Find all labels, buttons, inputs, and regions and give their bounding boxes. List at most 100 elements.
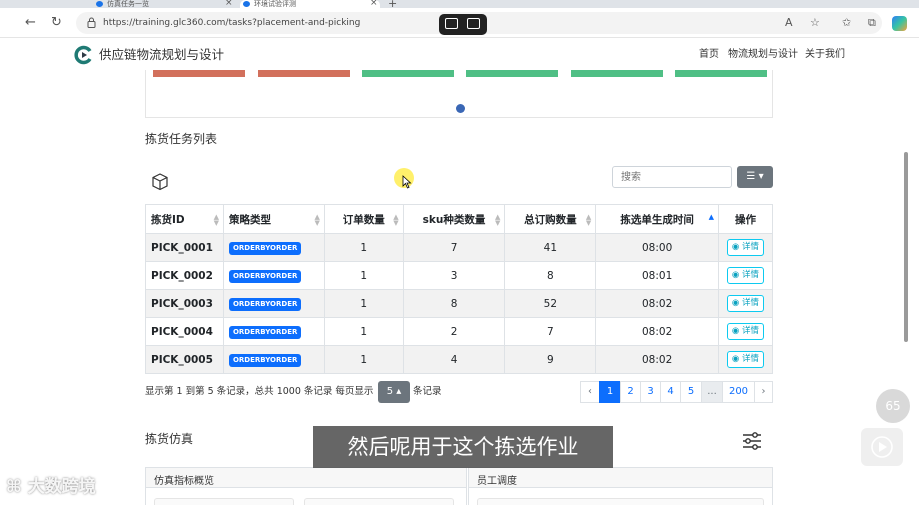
sort-asc-icon: ▲ bbox=[708, 213, 714, 221]
strategy-badge: ORDERBYORDER bbox=[228, 353, 302, 367]
total-cell: 9 bbox=[504, 345, 597, 374]
brand-title[interactable]: 供应链物流规划与设计 bbox=[99, 47, 224, 63]
pagination-next[interactable]: › bbox=[754, 381, 773, 403]
pagination-page-last[interactable]: 200 bbox=[722, 381, 755, 403]
table-row: PICK_0001 ORDERBYORDER 1 7 41 08:00 ◉ 详情 bbox=[145, 233, 774, 262]
metric-card bbox=[154, 498, 294, 505]
pick-id-cell: PICK_0001 bbox=[145, 233, 224, 262]
caret-down-icon: ▾ bbox=[758, 171, 764, 182]
table-row: PICK_0004 ORDERBYORDER 1 2 7 08:02 ◉ 详情 bbox=[145, 317, 774, 346]
sku-cell: 8 bbox=[402, 289, 506, 318]
panel-header: 仿真指标概览 bbox=[146, 468, 466, 488]
video-controls-overlay bbox=[439, 14, 487, 35]
total-cell: 7 bbox=[504, 317, 597, 346]
pagination-prev[interactable]: ‹ bbox=[580, 381, 600, 403]
panel-header: 员工调度 bbox=[469, 468, 772, 488]
pagination-page-4[interactable]: 4 bbox=[660, 381, 681, 403]
sort-icon: ▲ ▼ bbox=[393, 213, 399, 227]
total-cell: 52 bbox=[504, 289, 597, 318]
pagination-page-5[interactable]: 5 bbox=[680, 381, 702, 403]
favorite-star-icon[interactable]: ☆ bbox=[810, 17, 820, 29]
strategy-cell: ORDERBYORDER bbox=[222, 345, 325, 374]
detail-button[interactable]: ◉ 详情 bbox=[726, 351, 765, 368]
browser-tab-2[interactable]: 环境试验评测 bbox=[240, 0, 380, 8]
time-cell: 08:00 bbox=[595, 233, 719, 262]
eye-icon: ◉ bbox=[731, 242, 740, 252]
table-header-row: 拣货ID ▲ ▼ 策略类型 ▲ ▼ 订单数量 ▲ ▼ sku种类数量 ▲ ▼ 总订购数量 ▲ ▼ 拣… bbox=[145, 204, 774, 234]
bar-chart-panel bbox=[145, 70, 773, 118]
volume-indicator[interactable]: 65 bbox=[876, 389, 910, 423]
close-tab-icon[interactable]: × bbox=[225, 0, 233, 8]
orders-cell: 1 bbox=[323, 345, 404, 374]
simulation-metrics-panel: 仿真指标概览 bbox=[145, 467, 467, 505]
page-size-select[interactable]: 5 ▴ bbox=[378, 381, 410, 403]
read-aloud-icon[interactable]: A bbox=[785, 17, 793, 29]
picture-in-picture-icon[interactable] bbox=[445, 18, 458, 29]
url-text[interactable]: https://training.glc360.com/tasks?placem… bbox=[103, 17, 360, 29]
action-cell: ◉ 详情 bbox=[717, 289, 774, 318]
table-row: PICK_0003 ORDERBYORDER 1 8 52 08:02 ◉ 详情 bbox=[145, 289, 774, 318]
brand-logo-icon[interactable] bbox=[74, 45, 94, 65]
pagination-page-1[interactable]: 1 bbox=[599, 381, 621, 403]
sku-cell: 4 bbox=[402, 345, 506, 374]
pick-id-cell: PICK_0003 bbox=[145, 289, 224, 318]
detail-button[interactable]: ◉ 详情 bbox=[726, 323, 765, 340]
column-header[interactable]: 策略类型 ▲ ▼ bbox=[222, 204, 325, 234]
bar-segment-green bbox=[675, 70, 767, 77]
detail-button[interactable]: ◉ 详情 bbox=[726, 239, 765, 256]
pagination-ellipsis: ... bbox=[701, 381, 723, 403]
lock-icon bbox=[87, 17, 96, 28]
favorites-icon[interactable]: ✩ bbox=[842, 17, 851, 29]
eye-icon: ◉ bbox=[731, 298, 740, 308]
time-cell: 08:01 bbox=[595, 261, 719, 290]
copilot-icon[interactable] bbox=[892, 16, 907, 31]
detail-button[interactable]: ◉ 详情 bbox=[726, 267, 765, 284]
column-header[interactable]: 订单数量 ▲ ▼ bbox=[323, 204, 404, 234]
strategy-cell: ORDERBYORDER bbox=[222, 289, 325, 318]
nav-about[interactable]: 关于我们 bbox=[805, 48, 845, 61]
nav-logistics[interactable]: 物流规划与设计 bbox=[728, 48, 798, 61]
refresh-icon[interactable]: ↻ bbox=[51, 15, 62, 31]
close-tab-icon[interactable]: × bbox=[370, 0, 378, 8]
strategy-cell: ORDERBYORDER bbox=[222, 261, 325, 290]
page-scrollbar[interactable] bbox=[903, 70, 909, 505]
sku-cell: 3 bbox=[402, 261, 506, 290]
columns-toggle-button[interactable]: ☰ ▾ bbox=[737, 166, 773, 188]
box-icon bbox=[152, 173, 168, 191]
sku-cell: 7 bbox=[402, 233, 506, 262]
back-icon[interactable]: ← bbox=[25, 15, 36, 31]
nav-home[interactable]: 首页 bbox=[699, 48, 719, 61]
sliders-settings-icon[interactable] bbox=[741, 430, 763, 452]
sort-icon: ▲ ▼ bbox=[213, 213, 219, 227]
scrollbar-thumb[interactable] bbox=[904, 152, 908, 342]
metric-card bbox=[304, 498, 454, 505]
video-effects-icon[interactable] bbox=[467, 18, 480, 29]
column-header[interactable]: 拣货ID ▲ ▼ bbox=[145, 204, 224, 234]
strategy-badge: ORDERBYORDER bbox=[228, 241, 302, 255]
pagination-page-3[interactable]: 3 bbox=[640, 381, 661, 403]
play-button[interactable] bbox=[861, 428, 903, 466]
column-header[interactable]: sku种类数量 ▲ ▼ bbox=[402, 204, 506, 234]
strategy-badge: ORDERBYORDER bbox=[228, 297, 302, 311]
search-input[interactable] bbox=[612, 166, 732, 188]
detail-button[interactable]: ◉ 详情 bbox=[726, 295, 765, 312]
sku-cell: 2 bbox=[402, 317, 506, 346]
bar-segment-green bbox=[362, 70, 454, 77]
pick-id-cell: PICK_0004 bbox=[145, 317, 224, 346]
extensions-icon[interactable]: ⧉ bbox=[868, 17, 876, 29]
bar-segment-red bbox=[258, 70, 350, 77]
time-cell: 08:02 bbox=[595, 289, 719, 318]
page-size-suffix: 条记录 bbox=[413, 386, 442, 397]
strategy-badge: ORDERBYORDER bbox=[228, 269, 302, 283]
picking-task-table: 拣货ID ▲ ▼ 策略类型 ▲ ▼ 订单数量 ▲ ▼ sku种类数量 ▲ ▼ 总订购数量 ▲ ▼ 拣… bbox=[145, 204, 774, 374]
column-header[interactable]: 拣选单生成时间 ▲ bbox=[595, 204, 719, 234]
browser-tab-1[interactable]: 仿真任务一览 bbox=[93, 0, 238, 8]
column-header[interactable]: 总订购数量 ▲ ▼ bbox=[504, 204, 597, 234]
pagination-page-2[interactable]: 2 bbox=[620, 381, 641, 403]
strategy-cell: ORDERBYORDER bbox=[222, 317, 325, 346]
tab-title: 仿真任务一览 bbox=[107, 0, 149, 8]
total-cell: 41 bbox=[504, 233, 597, 262]
list-icon: ☰ bbox=[746, 171, 756, 182]
site-favicon-icon bbox=[96, 1, 103, 7]
schedule-card bbox=[477, 498, 764, 505]
